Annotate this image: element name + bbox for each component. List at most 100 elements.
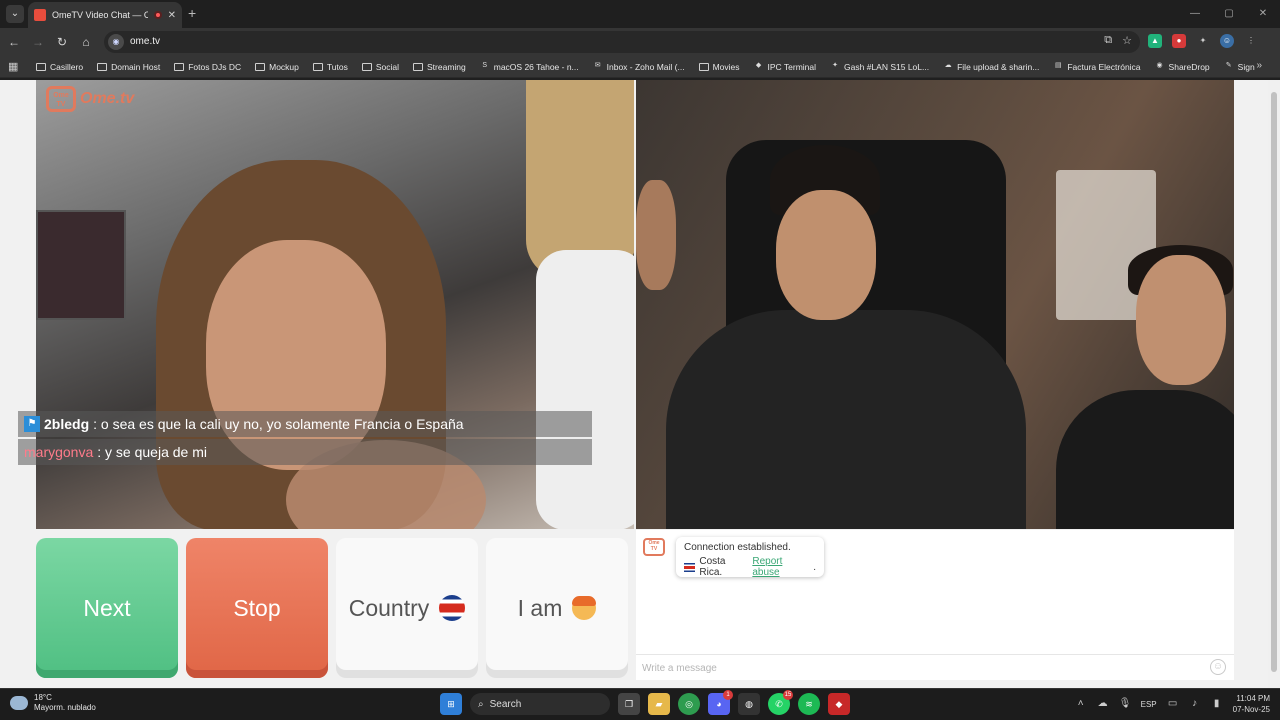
bookmark-label: Factura Electrónica [1067,62,1141,72]
person-left-face [636,180,676,290]
obs-icon[interactable]: ◍ [738,693,760,715]
volume-icon[interactable]: ♪ [1189,698,1201,710]
maximize-button[interactable]: ▢ [1212,0,1246,28]
page-scrollbar[interactable] [1268,80,1280,688]
task-view-icon[interactable]: ❐ [618,693,640,715]
bookmark-label: Domain Host [111,62,161,72]
profile-avatar-icon[interactable]: ☺ [1220,34,1234,48]
system-tray: ˄ ☁ 🎙 ESP ▭ ♪ ▮ 11:04 PM 07-Nov-25 [1075,693,1270,715]
bookmark-item[interactable]: ◆ IPC Terminal [754,62,817,72]
emoji-smile-icon[interactable]: ☺ [1210,659,1226,675]
new-tab-button[interactable]: + [188,5,196,21]
bookmark-item[interactable]: ◉ ShareDrop [1155,62,1209,72]
doc-icon: ▤ [1055,62,1062,69]
bookmark-label: Tutos [326,62,348,72]
forward-icon[interactable]: → [30,34,46,50]
bookmark-item[interactable]: Streaming [413,62,466,72]
microphone-icon[interactable]: 🎙 [1119,698,1132,710]
tray-overflow-icon[interactable]: ˄ [1075,698,1087,710]
report-abuse-link[interactable]: Report abuse [752,556,809,578]
url-text[interactable]: ome.tv [130,36,160,47]
address-bar[interactable]: ◉ ome.tv ⧉ ☆ [104,31,1140,53]
browser-menu-icon[interactable]: ⋮ [1244,34,1258,48]
folder-icon [174,63,185,71]
input-language[interactable]: ESP [1141,700,1157,709]
stop-label: Stop [233,594,281,621]
folder-icon [413,63,423,71]
windows-start-icon[interactable]: ⊞ [440,693,462,715]
chat-panel: Ome TV Connection established. Costa Ric… [636,530,1234,680]
bookmarks-overflow-icon[interactable]: » [1256,60,1262,71]
weather-condition: Mayorm. nublado [34,703,96,712]
bookmark-item[interactable]: Mockup [255,62,299,72]
sign-icon: ✎ [1225,62,1232,69]
person-center-body [666,310,1026,529]
file-explorer-icon[interactable]: ▰ [648,693,670,715]
app-red-icon[interactable]: ◆ [828,693,850,715]
taskbar-apps: ⊞ ⌕ Search ❐ ▰ ◎ ◕ 1 ◍ ✆ 15 ≋ ◆ [440,690,850,715]
ometv-page: Ome TV Ome.tv ⚑ 2bledg : o sea es que la… [0,80,1280,688]
stop-button[interactable]: Stop [186,538,328,678]
message-composer: ☺ [636,654,1234,680]
minimize-button[interactable]: — [1178,0,1212,28]
apps-grid-icon[interactable]: ▦ [8,60,18,73]
site-info-icon[interactable]: ◉ [108,34,124,50]
bookmark-item[interactable]: ☁ File upload & sharin... [943,62,1040,72]
discord-icon[interactable]: ◕ 1 [708,690,733,715]
bookmark-item[interactable]: SmacOS 26 Tahoe - n... [480,62,578,72]
chat-username: 2bledg [44,416,90,432]
home-icon[interactable]: ⌂ [78,34,94,50]
bookmark-item[interactable]: Domain Host [97,62,160,72]
country-button[interactable]: Country [336,538,478,678]
message-input[interactable] [642,659,1202,677]
bookmark-item[interactable]: ✎ Sign [1224,62,1255,72]
system-message: Connection established. Costa Rica. Repo… [676,537,824,578]
gender-button[interactable]: I am [486,538,628,678]
bookmark-label: Streaming [427,62,466,72]
bookmark-item[interactable]: ✦ Gash #LAN S15 LoL... [830,62,929,72]
window-controls: — ▢ ✕ [1178,0,1280,28]
overlay-chat: ⚑ 2bledg : o sea es que la cali uy no, y… [18,80,634,529]
tab-close-icon[interactable]: ✕ [168,10,176,21]
reload-icon[interactable]: ↻ [54,34,70,50]
bookmark-label: Casillero [50,62,84,72]
cloudy-weather-icon [10,696,28,710]
bookmark-item[interactable]: ✉ Inbox - Zoho Mail (... [593,62,685,72]
search-icon: ⌕ [478,698,484,710]
onedrive-icon[interactable]: ☁ [1097,698,1109,710]
bookmark-item[interactable]: Movies [698,62,740,72]
spotify-icon[interactable]: ≋ [798,693,820,715]
extension-red-icon[interactable]: ● [1172,34,1186,48]
bookmark-item[interactable]: Casillero [36,62,83,72]
bookmark-item[interactable]: Tutos [312,62,348,72]
back-icon[interactable]: ← [6,34,22,50]
bookmark-item[interactable]: ▤ Factura Electrónica [1053,62,1141,72]
whatsapp-icon[interactable]: ✆ 15 [768,690,793,715]
user-flag-icon: ⚑ [24,416,40,432]
weather-widget[interactable]: 18°C Mayorm. nublado [10,693,96,713]
scrollbar-thumb[interactable] [1271,92,1277,672]
network-icon[interactable]: ▭ [1167,698,1179,710]
active-tab[interactable]: OmeTV Video Chat — Ome ✕ [28,2,182,28]
install-app-icon[interactable]: ⧉ [1104,34,1112,47]
bookmark-star-icon[interactable]: ☆ [1122,34,1132,47]
costa-rica-mini-flag-icon [684,562,696,572]
battery-icon[interactable]: ▮ [1211,698,1223,710]
taskbar-search[interactable]: ⌕ Search [470,693,610,715]
bookmark-label: Social [375,62,399,72]
extension-green-icon[interactable]: ▲ [1148,34,1162,48]
browser-toolbar: ← → ↻ ⌂ ◉ ome.tv ⧉ ☆ ▲ ● ✦ ☺ ⋮ [0,28,1280,56]
clock[interactable]: 11:04 PM 07-Nov-25 [1233,693,1270,715]
next-button[interactable]: Next [36,538,178,678]
tab-search-button[interactable]: ⌄ [6,5,24,23]
iam-label: I am [517,594,563,621]
extensions-puzzle-icon[interactable]: ✦ [1196,34,1210,48]
bookmark-item[interactable]: Fotos DJs DC [174,62,241,72]
shield-icon: ◆ [755,62,762,69]
chrome-icon[interactable]: ◎ [678,693,700,715]
close-window-button[interactable]: ✕ [1246,0,1280,28]
bookmark-label: IPC Terminal [767,62,817,72]
clock-date: 07-Nov-25 [1232,705,1270,714]
bookmark-label: Mockup [269,62,299,72]
bookmark-item[interactable]: Social [361,62,399,72]
